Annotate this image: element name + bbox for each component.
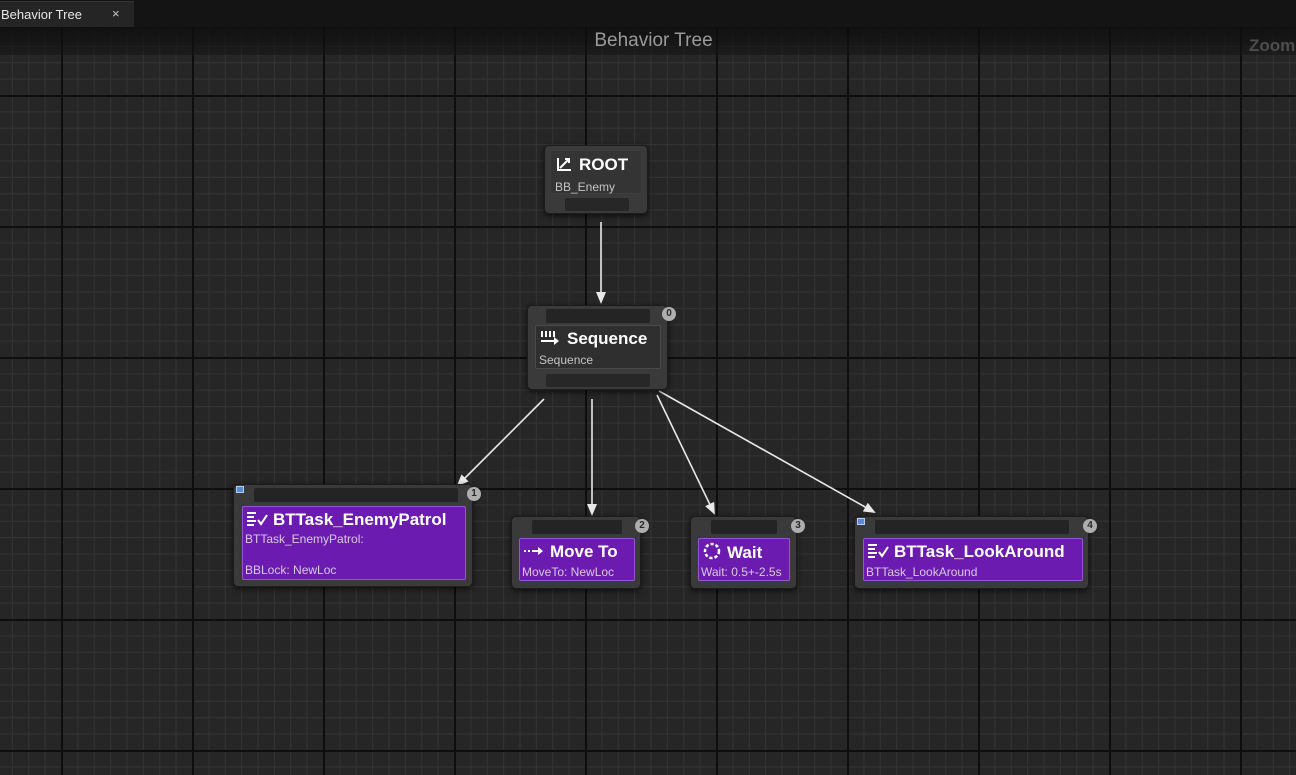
- execution-index-badge: 2: [635, 519, 649, 533]
- enemy-patrol-subtitle: BTTask_EnemyPatrol:: [245, 532, 364, 546]
- tab-behavior-tree[interactable]: Behavior Tree ×: [0, 1, 134, 27]
- wait-title-text: Wait: [727, 543, 763, 562]
- root-title: ROOT: [556, 155, 628, 175]
- wait-title: Wait: [702, 542, 762, 563]
- enemy-patrol-input-pin[interactable]: [254, 488, 458, 502]
- move-to-body: Move To MoveTo: NewLoc: [519, 538, 635, 581]
- wire-sequence-enemy-patrol: [456, 398, 545, 487]
- look-around-title-text: BTTask_LookAround: [894, 542, 1065, 561]
- look-around-node[interactable]: BTTask_LookAround BTTask_LookAround 4: [854, 516, 1097, 589]
- sequence-title: Sequence: [540, 329, 647, 349]
- enemy-patrol-detail: BBLock: NewLoc: [245, 563, 337, 577]
- move-to-title-text: Move To: [550, 542, 618, 561]
- wire-sequence-look-around: [658, 390, 876, 513]
- blueprint-marker-icon: [236, 486, 244, 493]
- execution-index-badge: 1: [467, 487, 481, 501]
- sequence-icon: [541, 331, 559, 345]
- sequence-output-pin[interactable]: [546, 374, 650, 387]
- wait-node[interactable]: Wait Wait: 0.5+-2.5s 3: [690, 516, 805, 589]
- look-around-body: BTTask_LookAround BTTask_LookAround: [863, 538, 1083, 581]
- sequence-input-pin[interactable]: [546, 309, 650, 323]
- move-to-subtitle: MoveTo: NewLoc: [522, 565, 615, 579]
- sequence-title-text: Sequence: [567, 329, 648, 348]
- enemy-patrol-body: BTTask_EnemyPatrol BTTask_EnemyPatrol: B…: [242, 506, 466, 580]
- look-around-subtitle: BTTask_LookAround: [866, 565, 978, 579]
- blueprint-marker-icon: [857, 518, 865, 525]
- look-around-title: BTTask_LookAround: [867, 542, 1065, 562]
- graph-canvas[interactable]: Behavior Tree Zoom ROOT BB_Enemy Sequenc…: [0, 27, 1296, 775]
- root-arrow-icon: [557, 158, 571, 171]
- root-output-pin[interactable]: [565, 198, 629, 211]
- tab-bar: Behavior Tree ×: [0, 0, 1296, 28]
- wait-body: Wait Wait: 0.5+-2.5s: [698, 538, 790, 581]
- root-title-text: ROOT: [579, 155, 629, 174]
- root-node[interactable]: ROOT BB_Enemy: [544, 145, 648, 214]
- look-around-input-pin[interactable]: [875, 520, 1069, 534]
- execution-index-badge: 4: [1083, 519, 1097, 533]
- execution-index-badge: 3: [791, 519, 805, 533]
- move-to-input-pin[interactable]: [532, 520, 622, 534]
- sequence-node-body: Sequence Sequence: [535, 325, 661, 369]
- wire-sequence-wait: [656, 394, 715, 515]
- enemy-patrol-node[interactable]: BTTask_EnemyPatrol BTTask_EnemyPatrol: B…: [233, 484, 481, 587]
- root-subtitle: BB_Enemy: [555, 180, 616, 194]
- root-node-body: ROOT BB_Enemy: [550, 150, 642, 194]
- task-icon: [247, 512, 268, 526]
- connection-wires: [456, 222, 876, 516]
- move-to-icon: [524, 547, 543, 555]
- sequence-subtitle: Sequence: [539, 353, 594, 367]
- move-to-node[interactable]: Move To MoveTo: NewLoc 2: [511, 516, 649, 589]
- enemy-patrol-title-text: BTTask_EnemyPatrol: [273, 510, 447, 529]
- move-to-title: Move To: [523, 542, 618, 562]
- tab-label: Behavior Tree: [1, 7, 82, 22]
- wait-input-pin[interactable]: [711, 520, 777, 534]
- sequence-node[interactable]: Sequence Sequence 0: [527, 305, 676, 390]
- execution-index-badge: 0: [662, 307, 676, 321]
- wait-subtitle: Wait: 0.5+-2.5s: [701, 565, 782, 579]
- wait-icon: [703, 542, 721, 560]
- close-icon[interactable]: ×: [112, 6, 120, 21]
- enemy-patrol-title: BTTask_EnemyPatrol: [246, 510, 447, 530]
- task-icon: [868, 544, 889, 558]
